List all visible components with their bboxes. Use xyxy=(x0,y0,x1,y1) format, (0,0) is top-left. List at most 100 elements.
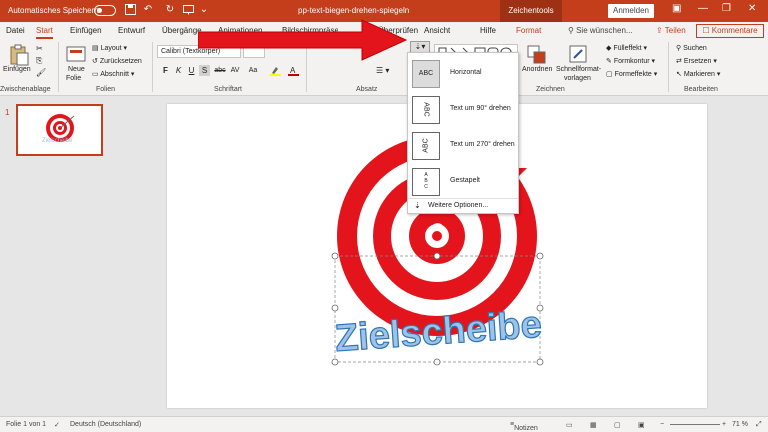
replace-button[interactable]: ⇄ Ersetzen ▾ xyxy=(676,57,717,65)
quick-styles-label[interactable]: Schnellformat- xyxy=(556,66,601,73)
rotate-90-label: Text um 90° drehen xyxy=(450,105,511,112)
menu-item-horizontal[interactable]: ABC Horizontal xyxy=(408,57,518,91)
rotate-270-icon: ABC xyxy=(412,132,440,160)
copy-icon[interactable]: ⎘ xyxy=(36,56,42,66)
group-label-clipboard: Zwischenablage xyxy=(0,86,51,93)
arrange-icon[interactable] xyxy=(526,44,548,66)
more-options-link[interactable]: ⇣ Weitere Optionen... xyxy=(408,198,518,212)
save-icon[interactable] xyxy=(124,4,136,16)
comments-button[interactable]: ☐ Kommentare xyxy=(696,24,764,38)
tab-uebergaenge[interactable]: Übergänge xyxy=(162,26,202,35)
start-presentation-icon[interactable] xyxy=(182,4,194,16)
close-icon[interactable]: ✕ xyxy=(748,3,756,14)
select-label: Markieren xyxy=(683,71,715,78)
change-case-button[interactable]: Aa xyxy=(246,65,260,76)
rotate-90-icon-text: ABC xyxy=(422,102,430,117)
autosave-toggle[interactable] xyxy=(94,5,116,16)
more-options-label: Weitere Optionen... xyxy=(428,202,489,209)
autosave-label: Automatisches Speichern xyxy=(8,6,99,15)
arrange-label[interactable]: Anordnen xyxy=(522,66,552,73)
undo-icon[interactable]: ↶ xyxy=(142,4,154,16)
redo-icon[interactable]: ↻ xyxy=(164,4,176,16)
slide-thumbnail[interactable]: Zielscheibe xyxy=(16,104,103,156)
underline-button[interactable]: U xyxy=(186,65,197,76)
layout-button[interactable]: ▤ Layout ▾ xyxy=(92,44,127,52)
notes-label: Notizen xyxy=(514,425,538,432)
language-label[interactable]: Deutsch (Deutschland) xyxy=(70,421,141,428)
tab-datei[interactable]: Datei xyxy=(6,26,25,35)
shape-fill-label: Fülleffekt xyxy=(613,45,642,52)
tab-start[interactable]: Start xyxy=(36,26,53,39)
shape-outline-label: Formkontur xyxy=(613,58,650,65)
cut-icon[interactable]: ✂ xyxy=(36,44,43,53)
menu-item-rotate-270[interactable]: ABC Text um 270° drehen xyxy=(408,129,518,163)
paste-label[interactable]: Einfügen xyxy=(3,66,31,73)
zoom-level[interactable]: 71 % xyxy=(732,421,748,428)
font-color-icon[interactable]: A xyxy=(288,65,299,76)
shape-fill-button[interactable]: ◆ Fülleffekt ▾ xyxy=(606,44,647,52)
char-spacing-button[interactable]: AV xyxy=(228,65,242,76)
tab-format[interactable]: Format xyxy=(516,26,541,35)
group-label-editing: Bearbeiten xyxy=(684,86,718,93)
shape-outline-button[interactable]: ✎ Formkontur ▾ xyxy=(606,57,655,65)
replace-label: Ersetzen xyxy=(683,58,712,65)
reading-view-icon[interactable]: ▢ xyxy=(614,421,621,429)
stacked-label: Gestapelt xyxy=(450,177,480,184)
share-button[interactable]: ⇪ Teilen xyxy=(656,24,694,38)
shadow-button[interactable]: S xyxy=(199,65,210,76)
comments-label: Kommentare xyxy=(711,26,758,35)
tell-me-search[interactable]: ⚲ Sie wünschen... xyxy=(568,26,633,35)
italic-button[interactable]: K xyxy=(173,65,184,76)
select-button[interactable]: ↖ Markieren ▾ xyxy=(676,70,720,78)
new-slide-icon[interactable] xyxy=(66,44,88,66)
slide-sorter-icon[interactable]: ▦ xyxy=(590,421,597,429)
new-slide-label[interactable]: Neue xyxy=(68,66,85,73)
maximize-icon[interactable]: ❐ xyxy=(722,3,731,14)
rotate-270-icon-text: ABC xyxy=(422,138,430,153)
zoom-in-icon[interactable]: + xyxy=(722,421,726,428)
group-label-drawing: Zeichnen xyxy=(536,86,565,93)
customize-toolbar-icon[interactable]: ⌄ xyxy=(198,4,210,16)
paragraph-align-icon[interactable]: ☰ ▾ xyxy=(376,66,389,75)
tab-ansicht[interactable]: Ansicht xyxy=(424,26,450,35)
notes-button[interactable]: ≡ Notizen xyxy=(510,421,538,432)
more-options-icon: ⇣ xyxy=(414,201,421,210)
document-title: pp-text-biegen-drehen-spiegeln xyxy=(298,6,410,15)
quick-styles-icon[interactable] xyxy=(568,44,590,66)
tab-einfuegen[interactable]: Einfügen xyxy=(70,26,102,35)
normal-view-icon[interactable]: ▭ xyxy=(566,421,573,429)
tab-entwurf[interactable]: Entwurf xyxy=(118,26,145,35)
spelling-icon[interactable]: ✓ xyxy=(54,421,60,429)
new-slide-label-2[interactable]: Folie xyxy=(66,75,81,82)
menu-item-rotate-90[interactable]: ABC Text um 90° drehen xyxy=(408,93,518,127)
zoom-out-icon[interactable]: − xyxy=(660,421,664,428)
group-label-slides: Folien xyxy=(96,86,116,93)
zoom-slider[interactable] xyxy=(670,424,720,425)
fit-slide-icon[interactable]: ⤢ xyxy=(756,421,762,429)
section-button[interactable]: ▭ Abschnitt ▾ xyxy=(92,70,134,78)
ribbon-display-icon[interactable]: ▣ xyxy=(672,3,681,14)
stacked-text-icon: A B C xyxy=(412,168,440,196)
horizontal-text-icon: ABC xyxy=(412,60,440,88)
bold-button[interactable]: F xyxy=(160,65,171,76)
signin-button[interactable]: Anmelden xyxy=(608,4,654,18)
section-label: Abschnitt xyxy=(100,71,129,78)
menu-item-stacked[interactable]: A B C Gestapelt xyxy=(408,165,518,199)
group-label-font: Schriftart xyxy=(214,86,243,93)
quick-styles-label-2[interactable]: vorlagen xyxy=(564,75,591,82)
paste-icon[interactable] xyxy=(8,44,30,66)
minimize-icon[interactable]: — xyxy=(698,3,708,14)
separator xyxy=(668,42,669,92)
shape-effects-button[interactable]: ▢ Formeffekte ▾ xyxy=(606,70,657,78)
format-painter-icon[interactable]: 🖌 xyxy=(36,68,46,77)
strikethrough-button[interactable]: abc xyxy=(212,65,228,76)
stacked-icon-text: A B C xyxy=(424,172,428,190)
reset-button[interactable]: ↺ Zurücksetzen xyxy=(92,57,142,65)
highlight-icon[interactable] xyxy=(270,65,281,76)
tab-hilfe[interactable]: Hilfe xyxy=(480,26,496,35)
slideshow-icon[interactable]: ▣ xyxy=(638,421,645,429)
slide-count: Folie 1 von 1 xyxy=(6,421,47,428)
find-button[interactable]: ⚲ Suchen xyxy=(676,44,707,52)
svg-text:A: A xyxy=(290,66,296,75)
layout-label: Layout xyxy=(100,45,122,52)
